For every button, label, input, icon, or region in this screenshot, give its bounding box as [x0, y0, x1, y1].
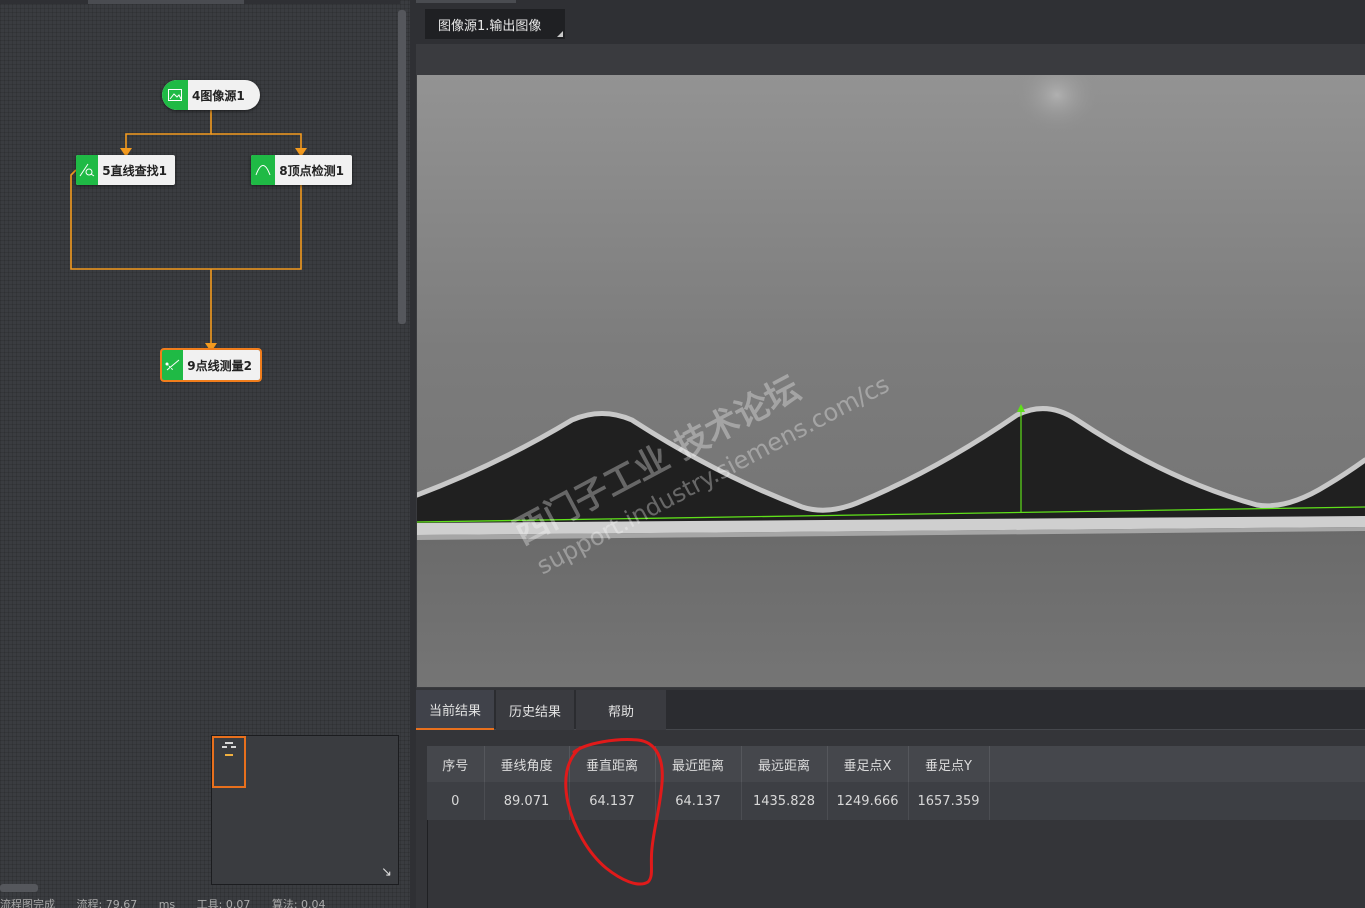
edge-image-to-peak [211, 133, 302, 150]
flow-node-line-find[interactable]: 5直线查找1 [76, 155, 175, 185]
flow-node-point-line-measure[interactable]: 9点线测量2 [160, 348, 262, 382]
minimap-thumbnail [222, 742, 236, 756]
image-icon [162, 80, 188, 110]
results-pane: 当前结果 历史结果 帮助 序号 垂线角度 垂直距离 最近距离 最远距离 垂足点X… [416, 688, 1365, 908]
image-tab-label: 图像源1.输出图像 [438, 18, 542, 34]
flow-node-peak-detect[interactable]: 8顶点检测1 [251, 155, 352, 185]
status-flow-time: 流程: 79.67 [76, 898, 138, 908]
flow-node-image-source[interactable]: 4图像源1 [162, 80, 260, 110]
image-source-tab[interactable]: 图像源1.输出图像 [425, 9, 565, 39]
flow-node-label: 8顶点检测1 [279, 163, 344, 178]
flow-node-label: 4图像源1 [192, 88, 245, 103]
flow-minimap[interactable]: ↘ [211, 735, 399, 885]
edge-peak-down [211, 185, 302, 270]
status-text: 流程图完成 [0, 898, 55, 908]
image-viewport[interactable]: 西门子工业 技术论坛 support.industry.siemens.com/… [417, 75, 1365, 687]
flow-node-label: 5直线查找1 [102, 163, 167, 178]
status-unit: ms [158, 898, 176, 908]
resize-icon[interactable]: ↘ [381, 865, 392, 880]
flow-statusbar: 流程图完成 流程: 79.67 ms 工具: 0.07 算法: 0.04 [0, 896, 410, 908]
flow-horizontal-scrollbar[interactable] [0, 884, 38, 892]
line-find-icon [76, 155, 99, 185]
image-pane: 图像源1.输出图像 西门子工业 技术论坛 support.industry.si… [416, 0, 1365, 688]
point-line-measure-icon [162, 350, 184, 380]
image-tabstrip: 图像源1.输出图像 [416, 0, 1365, 44]
hand-drawn-annotation [564, 738, 664, 886]
status-tool-time: 工具: 0.07 [196, 898, 251, 908]
peak-detect-icon [251, 155, 276, 185]
flow-node-label: 9点线测量2 [187, 358, 252, 373]
camera-image: 西门子工业 技术论坛 support.industry.siemens.com/… [417, 75, 1365, 687]
status-algo-time: 算法: 0.04 [271, 898, 326, 908]
dropdown-corner-icon [557, 31, 563, 37]
flow-vertical-scrollbar[interactable] [398, 10, 406, 324]
flow-canvas[interactable]: 4图像源1 5直线查找1 8顶点检测1 9点线测量2 ↘ 流程图完成 流程: 7… [0, 0, 410, 908]
edge-image-to-linefind [125, 109, 212, 150]
